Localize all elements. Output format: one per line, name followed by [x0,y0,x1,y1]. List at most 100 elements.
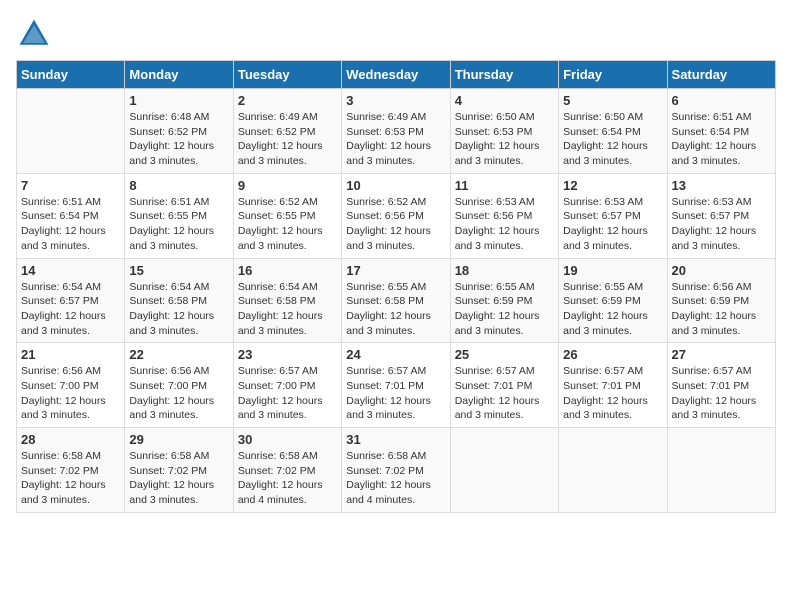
cell-content: Sunrise: 6:53 AM Sunset: 6:57 PM Dayligh… [563,195,662,254]
calendar-cell: 28 Sunrise: 6:58 AM Sunset: 7:02 PM Dayli… [17,428,125,513]
calendar-cell: 6 Sunrise: 6:51 AM Sunset: 6:54 PM Daylig… [667,89,775,174]
calendar-cell: 7 Sunrise: 6:51 AM Sunset: 6:54 PM Daylig… [17,173,125,258]
header-cell-tuesday: Tuesday [233,61,341,89]
calendar-cell: 14Sunrise: 6:54 AM Sunset: 6:57 PM Dayli… [17,258,125,343]
cell-content: Sunrise: 6:56 AM Sunset: 6:59 PM Dayligh… [672,280,771,339]
day-number: 3 [346,93,445,108]
day-number: 1 [129,93,228,108]
day-number: 4 [455,93,554,108]
cell-content: Sunrise: 6:57 AM Sunset: 7:01 PM Dayligh… [563,364,662,423]
day-number: 26 [563,347,662,362]
cell-content: Sunrise: 6:57 AM Sunset: 7:01 PM Dayligh… [672,364,771,423]
cell-content: Sunrise: 6:51 AM Sunset: 6:55 PM Dayligh… [129,195,228,254]
logo-icon [16,16,52,52]
calendar-cell: 8 Sunrise: 6:51 AM Sunset: 6:55 PM Daylig… [125,173,233,258]
day-number: 6 [672,93,771,108]
cell-content: Sunrise: 6:50 AM Sunset: 6:53 PM Dayligh… [455,110,554,169]
header-cell-sunday: Sunday [17,61,125,89]
calendar-cell: 11 Sunrise: 6:53 AM Sunset: 6:56 PM Dayli… [450,173,558,258]
day-number: 18 [455,263,554,278]
week-row-5: 28 Sunrise: 6:58 AM Sunset: 7:02 PM Dayli… [17,428,776,513]
day-number: 25 [455,347,554,362]
cell-content: Sunrise: 6:52 AM Sunset: 6:56 PM Dayligh… [346,195,445,254]
calendar-cell [667,428,775,513]
logo [16,16,58,52]
calendar-cell: 27 Sunrise: 6:57 AM Sunset: 7:01 PM Dayli… [667,343,775,428]
calendar-cell: 23 Sunrise: 6:57 AM Sunset: 7:00 PM Dayli… [233,343,341,428]
day-number: 24 [346,347,445,362]
day-number: 9 [238,178,337,193]
cell-content: Sunrise: 6:54 AM Sunset: 6:58 PM Dayligh… [129,280,228,339]
header-row: SundayMondayTuesdayWednesdayThursdayFrid… [17,61,776,89]
day-number: 31 [346,432,445,447]
cell-content: Sunrise: 6:56 AM Sunset: 7:00 PM Dayligh… [129,364,228,423]
cell-content: Sunrise: 6:58 AM Sunset: 7:02 PM Dayligh… [346,449,445,508]
day-number: 19 [563,263,662,278]
calendar-cell: 26 Sunrise: 6:57 AM Sunset: 7:01 PM Dayli… [559,343,667,428]
calendar-table: SundayMondayTuesdayWednesdayThursdayFrid… [16,60,776,513]
cell-content: Sunrise: 6:52 AM Sunset: 6:55 PM Dayligh… [238,195,337,254]
calendar-cell: 18Sunrise: 6:55 AM Sunset: 6:59 PM Dayli… [450,258,558,343]
day-number: 20 [672,263,771,278]
day-number: 15 [129,263,228,278]
calendar-cell: 24 Sunrise: 6:57 AM Sunset: 7:01 PM Dayli… [342,343,450,428]
cell-content: Sunrise: 6:58 AM Sunset: 7:02 PM Dayligh… [238,449,337,508]
calendar-cell: 13Sunrise: 6:53 AM Sunset: 6:57 PM Dayli… [667,173,775,258]
cell-content: Sunrise: 6:57 AM Sunset: 7:01 PM Dayligh… [455,364,554,423]
calendar-cell: 2Sunrise: 6:49 AM Sunset: 6:52 PM Daylig… [233,89,341,174]
calendar-cell: 10 Sunrise: 6:52 AM Sunset: 6:56 PM Dayli… [342,173,450,258]
day-number: 7 [21,178,120,193]
calendar-cell: 30 Sunrise: 6:58 AM Sunset: 7:02 PM Dayli… [233,428,341,513]
header-cell-monday: Monday [125,61,233,89]
cell-content: Sunrise: 6:48 AM Sunset: 6:52 PM Dayligh… [129,110,228,169]
day-number: 5 [563,93,662,108]
cell-content: Sunrise: 6:56 AM Sunset: 7:00 PM Dayligh… [21,364,120,423]
calendar-cell: 9 Sunrise: 6:52 AM Sunset: 6:55 PM Daylig… [233,173,341,258]
calendar-cell: 20 Sunrise: 6:56 AM Sunset: 6:59 PM Dayli… [667,258,775,343]
header-cell-wednesday: Wednesday [342,61,450,89]
cell-content: Sunrise: 6:58 AM Sunset: 7:02 PM Dayligh… [21,449,120,508]
calendar-cell: 22Sunrise: 6:56 AM Sunset: 7:00 PM Dayli… [125,343,233,428]
calendar-cell: 29Sunrise: 6:58 AM Sunset: 7:02 PM Dayli… [125,428,233,513]
day-number: 16 [238,263,337,278]
day-number: 14 [21,263,120,278]
day-number: 28 [21,432,120,447]
week-row-3: 14Sunrise: 6:54 AM Sunset: 6:57 PM Dayli… [17,258,776,343]
cell-content: Sunrise: 6:50 AM Sunset: 6:54 PM Dayligh… [563,110,662,169]
cell-content: Sunrise: 6:49 AM Sunset: 6:53 PM Dayligh… [346,110,445,169]
cell-content: Sunrise: 6:51 AM Sunset: 6:54 PM Dayligh… [672,110,771,169]
calendar-cell: 12 Sunrise: 6:53 AM Sunset: 6:57 PM Dayli… [559,173,667,258]
cell-content: Sunrise: 6:49 AM Sunset: 6:52 PM Dayligh… [238,110,337,169]
day-number: 23 [238,347,337,362]
calendar-cell: 25 Sunrise: 6:57 AM Sunset: 7:01 PM Dayli… [450,343,558,428]
cell-content: Sunrise: 6:58 AM Sunset: 7:02 PM Dayligh… [129,449,228,508]
cell-content: Sunrise: 6:55 AM Sunset: 6:58 PM Dayligh… [346,280,445,339]
day-number: 8 [129,178,228,193]
cell-content: Sunrise: 6:51 AM Sunset: 6:54 PM Dayligh… [21,195,120,254]
cell-content: Sunrise: 6:57 AM Sunset: 7:01 PM Dayligh… [346,364,445,423]
week-row-1: 1 Sunrise: 6:48 AM Sunset: 6:52 PM Daylig… [17,89,776,174]
day-number: 30 [238,432,337,447]
calendar-cell: 15 Sunrise: 6:54 AM Sunset: 6:58 PM Dayli… [125,258,233,343]
day-number: 10 [346,178,445,193]
day-number: 27 [672,347,771,362]
day-number: 13 [672,178,771,193]
calendar-cell: 31 Sunrise: 6:58 AM Sunset: 7:02 PM Dayli… [342,428,450,513]
calendar-cell: 21 Sunrise: 6:56 AM Sunset: 7:00 PM Dayli… [17,343,125,428]
week-row-4: 21 Sunrise: 6:56 AM Sunset: 7:00 PM Dayli… [17,343,776,428]
calendar-cell: 5 Sunrise: 6:50 AM Sunset: 6:54 PM Daylig… [559,89,667,174]
calendar-cell: 3 Sunrise: 6:49 AM Sunset: 6:53 PM Daylig… [342,89,450,174]
cell-content: Sunrise: 6:53 AM Sunset: 6:56 PM Dayligh… [455,195,554,254]
header-cell-friday: Friday [559,61,667,89]
day-number: 21 [21,347,120,362]
day-number: 11 [455,178,554,193]
day-number: 17 [346,263,445,278]
day-number: 12 [563,178,662,193]
calendar-cell [559,428,667,513]
cell-content: Sunrise: 6:55 AM Sunset: 6:59 PM Dayligh… [563,280,662,339]
header-cell-saturday: Saturday [667,61,775,89]
calendar-cell: 17 Sunrise: 6:55 AM Sunset: 6:58 PM Dayli… [342,258,450,343]
calendar-cell [17,89,125,174]
cell-content: Sunrise: 6:57 AM Sunset: 7:00 PM Dayligh… [238,364,337,423]
calendar-cell: 16Sunrise: 6:54 AM Sunset: 6:58 PM Dayli… [233,258,341,343]
